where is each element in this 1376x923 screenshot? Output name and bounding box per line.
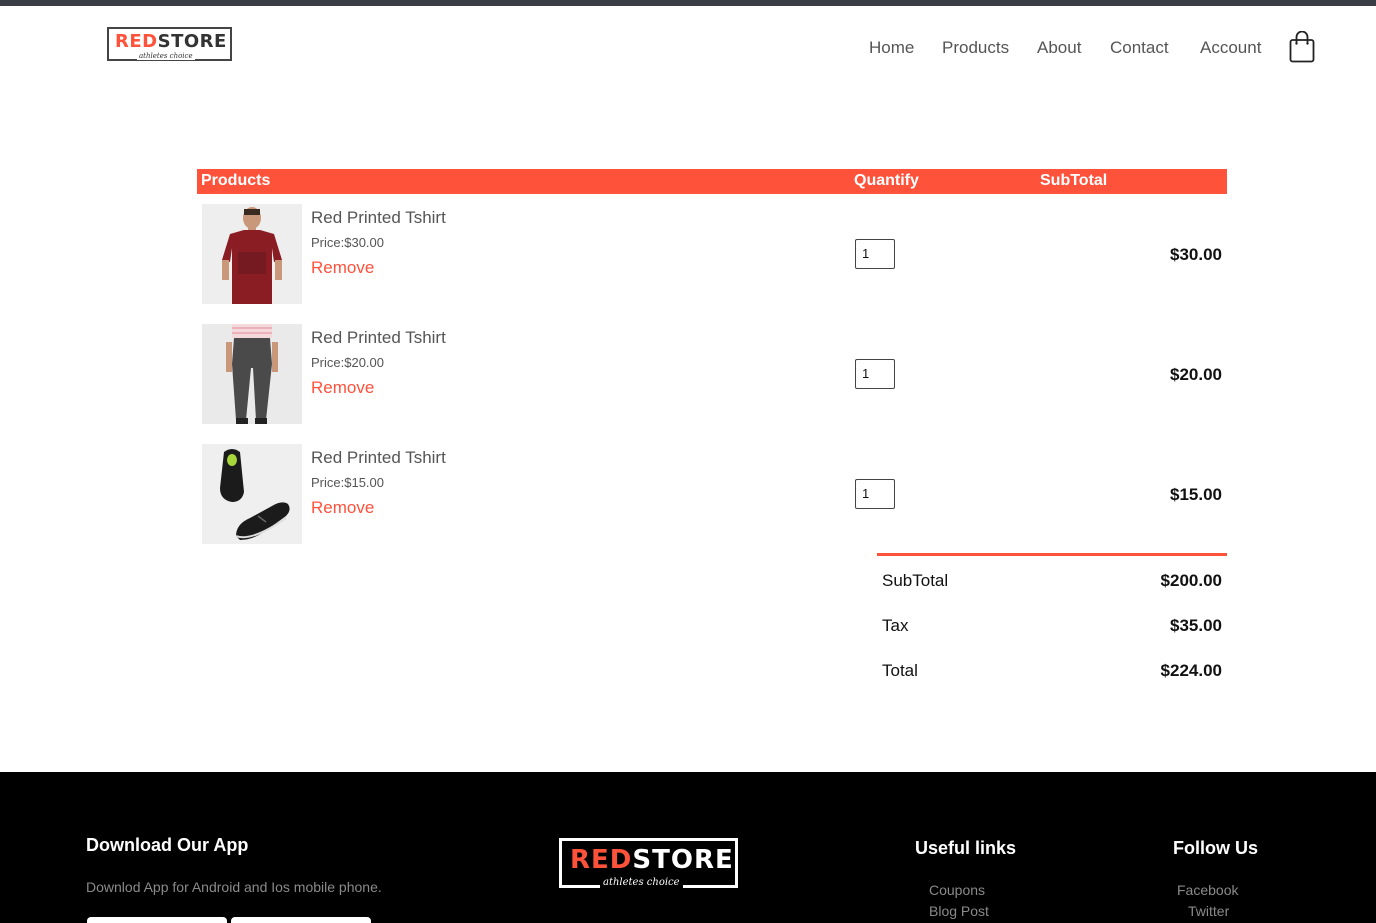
product-price: Price:$30.00 <box>311 235 384 250</box>
header-products: Products <box>201 172 271 189</box>
remove-link[interactable]: Remove <box>311 258 374 278</box>
nav-contact[interactable]: Contact <box>1110 38 1169 58</box>
tax-label: Tax <box>882 616 909 635</box>
logo-wordmark: REDSTORE <box>115 31 227 52</box>
footer-download-text: Downlod App for Android and Ios mobile p… <box>86 879 382 895</box>
total-value: $224.00 <box>1160 661 1222 680</box>
site-logo[interactable]: REDSTORE athletes choice <box>107 27 232 61</box>
quantity-input[interactable]: 1 <box>855 359 895 389</box>
totals-subtotal-row: SubTotal $200.00 <box>877 571 1227 595</box>
shopping-bag-icon[interactable] <box>1289 31 1315 63</box>
total-label: Total <box>882 661 918 680</box>
footer-download-title: Download Our App <box>86 835 249 855</box>
quantity-input[interactable]: 1 <box>855 239 895 269</box>
cart-table-header: Products Quantify SubTotal <box>197 169 1227 194</box>
footer-follow-title: Follow Us <box>1173 838 1258 858</box>
product-name[interactable]: Red Printed Tshirt <box>311 448 446 468</box>
tax-value: $35.00 <box>1170 616 1222 635</box>
logo-tagline: athletes choice <box>137 52 195 60</box>
product-name[interactable]: Red Printed Tshirt <box>311 208 446 228</box>
red-tshirt-man-image <box>202 204 302 304</box>
top-bar <box>0 0 1376 6</box>
remove-link[interactable]: Remove <box>311 378 374 398</box>
cart-row: Red Printed Tshirt Price:$30.00 Remove 1… <box>197 204 1227 304</box>
nav-home[interactable]: Home <box>869 38 914 58</box>
product-price: Price:$20.00 <box>311 355 384 370</box>
app-store-badge[interactable] <box>231 917 371 923</box>
row-subtotal: $15.00 <box>1170 485 1222 504</box>
nav-products[interactable]: Products <box>942 38 1009 58</box>
subtotal-label: SubTotal <box>882 571 949 590</box>
header-subtotal: SubTotal <box>1040 172 1108 189</box>
subtotal-value: $200.00 <box>1160 571 1222 590</box>
totals-total-row: Total $224.00 <box>877 661 1227 685</box>
footer-link-blog-post[interactable]: Blog Post <box>929 903 989 919</box>
footer-logo-wordmark: REDSTORE <box>570 845 734 875</box>
footer-logo[interactable]: REDSTORE athletes choice <box>559 838 738 888</box>
footer-link-twitter[interactable]: Twitter <box>1188 903 1229 919</box>
grey-trousers-image <box>202 324 302 424</box>
footer-link-facebook[interactable]: Facebook <box>1177 882 1238 898</box>
quantity-input[interactable]: 1 <box>855 479 895 509</box>
footer-useful-links-title: Useful links <box>915 838 1017 858</box>
footer-logo-tagline: athletes choice <box>600 877 683 888</box>
header-quantity: Quantify <box>854 172 919 189</box>
row-subtotal: $20.00 <box>1170 365 1222 384</box>
play-store-badge[interactable] <box>87 917 227 923</box>
cart-row: Red Printed Tshirt Price:$15.00 Remove 1… <box>197 444 1227 544</box>
nav-about[interactable]: About <box>1037 38 1081 58</box>
remove-link[interactable]: Remove <box>311 498 374 518</box>
product-name[interactable]: Red Printed Tshirt <box>311 328 446 348</box>
footer-link-coupons[interactable]: Coupons <box>929 882 985 898</box>
totals-tax-row: Tax $35.00 <box>877 616 1227 640</box>
site-footer: Download Our App Downlod App for Android… <box>0 772 1376 923</box>
product-price: Price:$15.00 <box>311 475 384 490</box>
row-subtotal: $30.00 <box>1170 245 1222 264</box>
black-sneakers-image <box>202 444 302 544</box>
cart-row: Red Printed Tshirt Price:$20.00 Remove 1… <box>197 324 1227 424</box>
cart-totals: SubTotal $200.00 Tax $35.00 Total $224.0… <box>877 553 1227 680</box>
nav-account[interactable]: Account <box>1200 38 1261 58</box>
